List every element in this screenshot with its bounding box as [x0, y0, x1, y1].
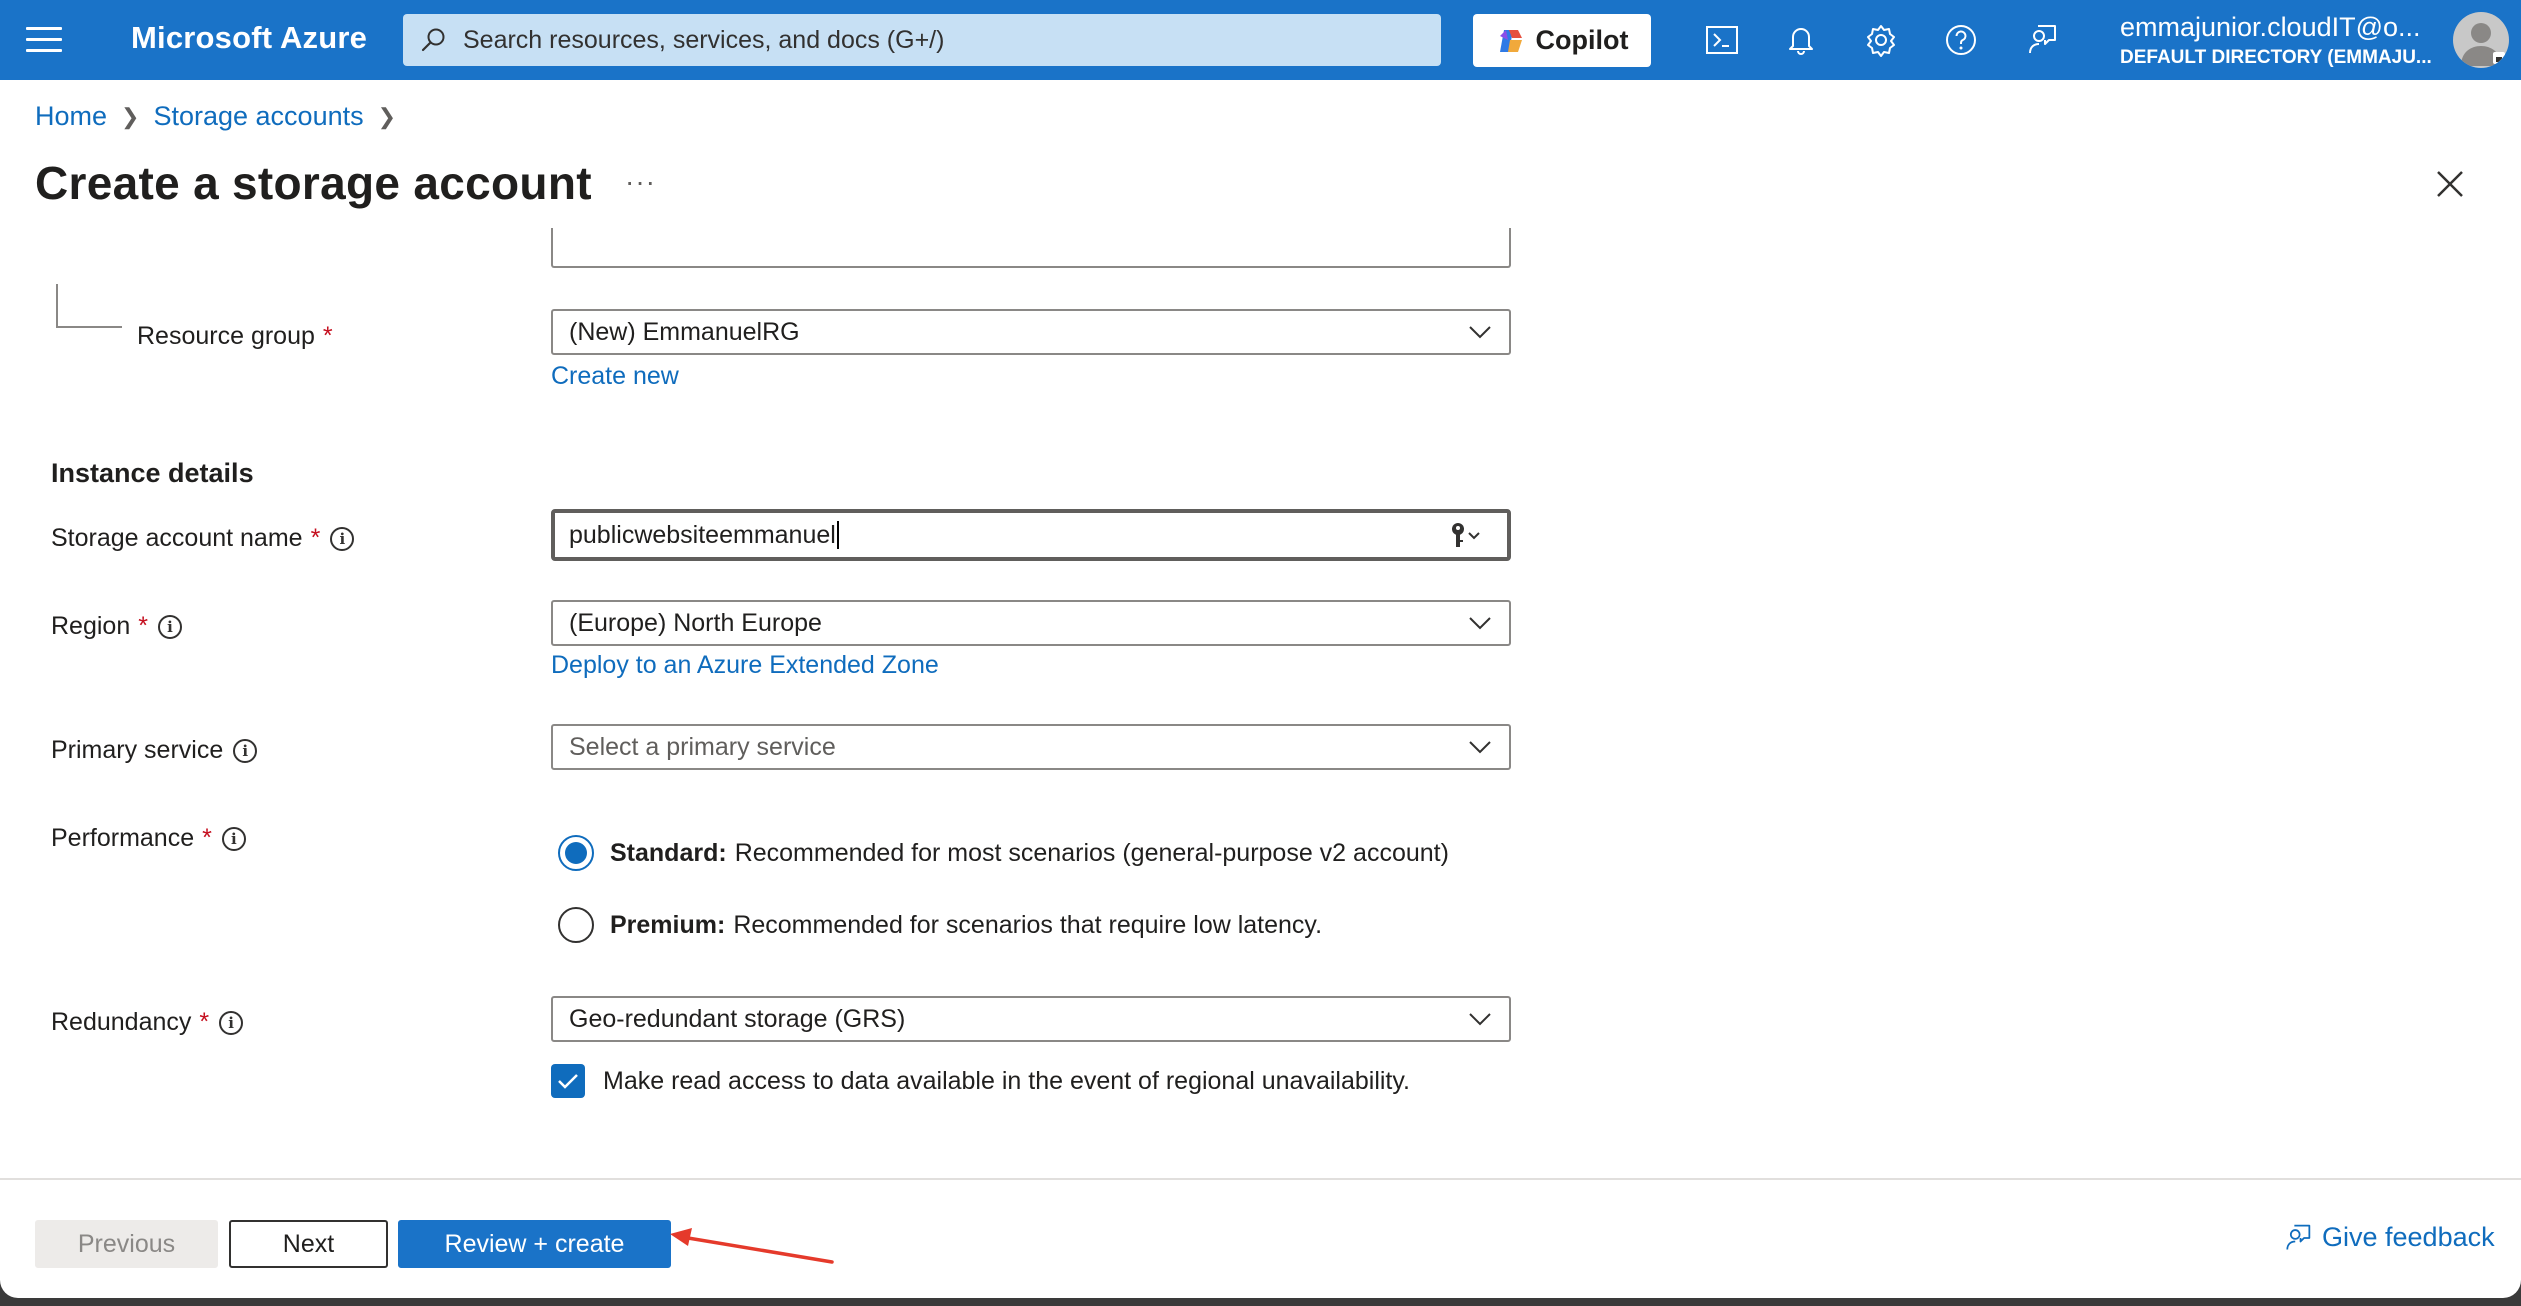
tree-connector: [56, 284, 122, 328]
annotation-arrow-icon: [670, 1228, 834, 1264]
page-title: Create a storage account: [35, 157, 592, 209]
account-name: emmajunior.cloudIT@o...: [2120, 12, 2421, 42]
primary-service-label: Primary service i: [51, 736, 258, 765]
more-options-icon[interactable]: ···: [625, 166, 656, 198]
page: Microsoft Azure Search resources, servic…: [0, 0, 2521, 1298]
create-new-link[interactable]: Create new: [551, 362, 679, 391]
storage-account-name-input[interactable]: publicwebsiteemmanuel: [551, 509, 1511, 561]
chevron-down-icon: [1469, 741, 1491, 754]
resource-group-value: (New) EmmanuelRG: [569, 317, 800, 346]
resource-group-select[interactable]: (New) EmmanuelRG: [551, 309, 1511, 355]
radio-standard[interactable]: [558, 835, 594, 871]
feedback-person-icon: [2286, 1224, 2311, 1250]
radio-premium[interactable]: [558, 907, 594, 943]
search-placeholder: Search resources, services, and docs (G+…: [463, 25, 945, 54]
top-bar: Microsoft Azure Search resources, servic…: [0, 0, 2521, 80]
premium-title: Premium:: [610, 910, 726, 939]
settings-gear-icon[interactable]: [1861, 20, 1901, 60]
breadcrumb-home[interactable]: Home: [35, 101, 107, 132]
give-feedback-label: Give feedback: [2322, 1222, 2495, 1252]
next-button[interactable]: Next: [229, 1220, 388, 1268]
chevron-down-icon: [1469, 1013, 1491, 1026]
feedback-icon[interactable]: [2021, 20, 2061, 60]
breadcrumb: Home ❯ Storage accounts ❯: [35, 101, 410, 132]
breadcrumb-storage-accounts[interactable]: Storage accounts: [153, 101, 363, 132]
copilot-icon: [1499, 29, 1522, 52]
copilot-label: Copilot: [1535, 25, 1629, 55]
performance-label: Performance * i: [51, 824, 246, 853]
storage-account-name-label: Storage account name * i: [51, 524, 355, 553]
premium-description: Recommended for scenarios that require l…: [733, 910, 1323, 939]
search-icon: [417, 23, 451, 57]
previous-button[interactable]: Previous: [35, 1220, 218, 1268]
info-icon[interactable]: i: [219, 1010, 244, 1035]
password-manager-key-icon[interactable]: [1447, 521, 1487, 551]
primary-service-placeholder: Select a primary service: [569, 732, 836, 761]
menu-icon[interactable]: [26, 27, 62, 53]
account-directory: DEFAULT DIRECTORY (EMMAJU...: [2120, 47, 2432, 68]
read-access-checkbox-row[interactable]: Make read access to data available in th…: [551, 1064, 1410, 1098]
checkmark-icon: [558, 1074, 578, 1089]
notifications-icon[interactable]: [1781, 20, 1821, 60]
read-access-label: Make read access to data available in th…: [603, 1066, 1410, 1095]
chevron-right-icon: ❯: [121, 103, 140, 129]
region-select[interactable]: (Europe) North Europe: [551, 600, 1511, 646]
chevron-down-icon: [1469, 326, 1491, 339]
close-icon[interactable]: [2432, 166, 2468, 202]
search-input[interactable]: Search resources, services, and docs (G+…: [403, 14, 1441, 66]
subscription-field-edge: [551, 228, 1511, 268]
standard-description: Recommended for most scenarios (general-…: [734, 838, 1449, 867]
chevron-down-icon: [1469, 617, 1491, 630]
redundancy-label: Redundancy * i: [51, 1008, 244, 1037]
review-create-button[interactable]: Review + create: [398, 1220, 671, 1268]
primary-service-select[interactable]: Select a primary service: [551, 724, 1511, 770]
avatar[interactable]: [2453, 12, 2509, 68]
performance-option-premium[interactable]: Premium: Recommended for scenarios that …: [558, 907, 1322, 943]
redundancy-value: Geo-redundant storage (GRS): [569, 1004, 906, 1033]
read-access-checkbox[interactable]: [551, 1064, 585, 1098]
account-info[interactable]: emmajunior.cloudIT@o... DEFAULT DIRECTOR…: [2120, 12, 2435, 69]
give-feedback-link[interactable]: Give feedback: [2282, 1222, 2495, 1253]
help-icon[interactable]: [1941, 20, 1981, 60]
region-value: (Europe) North Europe: [569, 608, 822, 637]
brand-title[interactable]: Microsoft Azure: [131, 20, 367, 56]
storage-account-name-value: publicwebsiteemmanuel: [569, 520, 836, 549]
deploy-extended-zone-link[interactable]: Deploy to an Azure Extended Zone: [551, 651, 939, 680]
info-icon[interactable]: i: [221, 826, 246, 851]
redundancy-select[interactable]: Geo-redundant storage (GRS): [551, 996, 1511, 1042]
footer-divider: [0, 1178, 2521, 1180]
chevron-right-icon: ❯: [377, 103, 397, 129]
text-caret: [836, 521, 839, 549]
cloud-shell-icon[interactable]: [1702, 20, 1742, 60]
region-label: Region * i: [51, 612, 182, 641]
resource-group-label: Resource group *: [137, 322, 333, 350]
performance-option-standard[interactable]: Standard: Recommended for most scenarios…: [558, 835, 1449, 871]
copilot-button[interactable]: Copilot: [1473, 14, 1651, 67]
info-icon[interactable]: i: [157, 614, 182, 639]
instance-details-heading: Instance details: [51, 458, 254, 488]
standard-title: Standard:: [610, 838, 727, 867]
info-icon[interactable]: i: [233, 738, 258, 763]
info-icon[interactable]: i: [330, 526, 355, 551]
